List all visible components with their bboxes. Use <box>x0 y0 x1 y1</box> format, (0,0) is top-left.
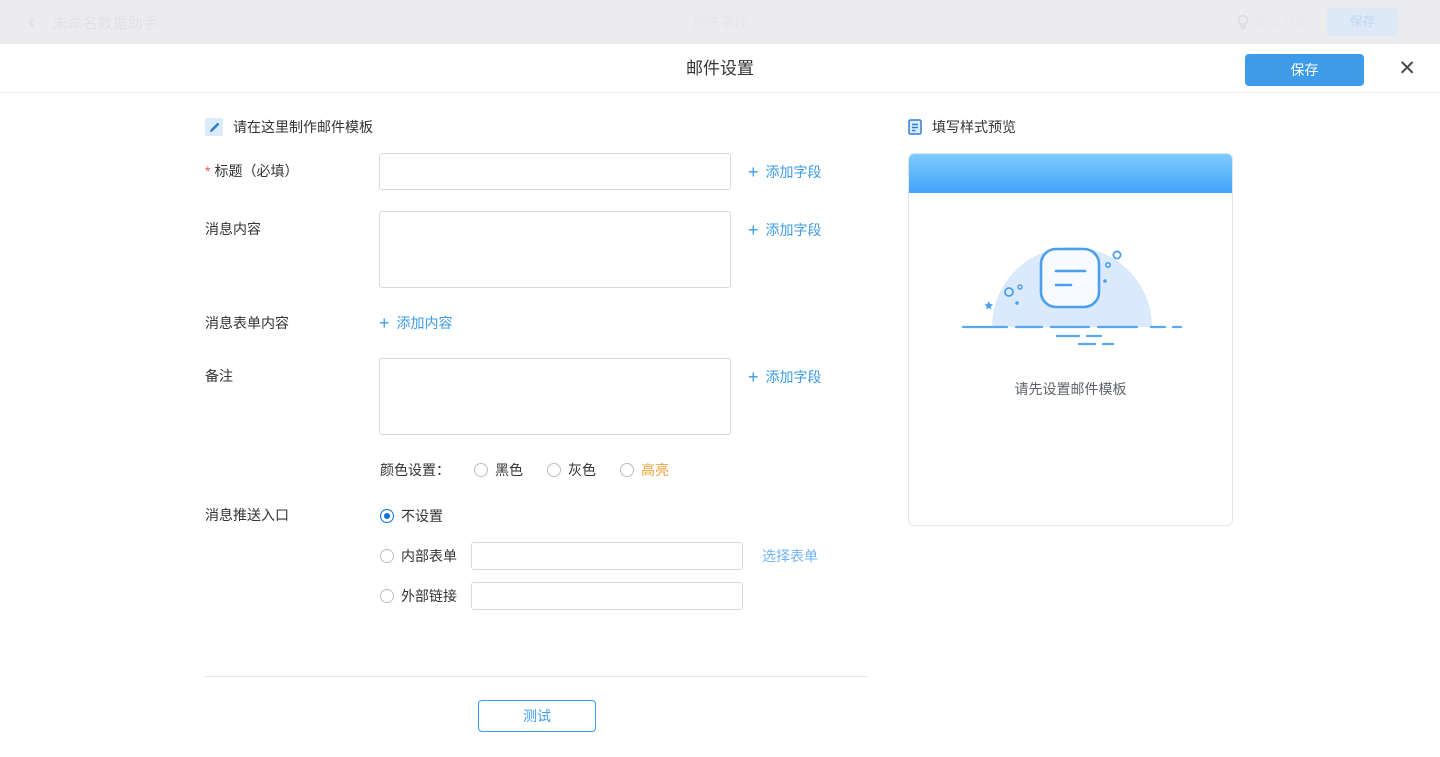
email-settings-modal: 邮件设置 保存 ✕ 请在这里制作邮件模板 *标题（必填） + 添加字段 消息内容… <box>0 44 1440 757</box>
color-option-highlight[interactable]: 高亮 <box>620 460 669 480</box>
add-content-link[interactable]: + 添加内容 <box>379 312 453 334</box>
color-option-gray[interactable]: 灰色 <box>547 460 596 480</box>
external-link-input[interactable] <box>471 582 743 610</box>
content-field-label: 消息内容 <box>205 211 261 248</box>
bulb-icon <box>1236 14 1250 30</box>
remark-field-label: 备注 <box>205 358 233 395</box>
radio-icon[interactable] <box>547 463 561 477</box>
content-textarea[interactable] <box>379 211 731 288</box>
plus-icon: + <box>748 221 759 239</box>
push-option-external-link-row: 外部链接 <box>380 582 743 610</box>
radio-icon[interactable] <box>620 463 634 477</box>
content-add-field-link[interactable]: + 添加字段 <box>748 211 822 248</box>
remark-textarea[interactable] <box>379 358 731 435</box>
radio-icon[interactable] <box>380 589 394 603</box>
color-setting-row: 颜色设置： 黑色 灰色 高亮 <box>380 460 669 480</box>
preview-section-header: 填写样式预览 <box>908 117 1016 137</box>
modal-title: 邮件设置 <box>0 44 1440 93</box>
template-section-header: 请在这里制作邮件模板 <box>205 117 373 137</box>
plus-icon: + <box>748 368 759 386</box>
radio-icon[interactable] <box>474 463 488 477</box>
push-option-internal-form[interactable]: 内部表单 <box>380 546 457 566</box>
test-button[interactable]: 测试 <box>478 700 596 732</box>
title-input[interactable] <box>379 153 731 190</box>
preview-card-body: 请先设置邮件模板 <box>909 193 1232 526</box>
plus-icon: + <box>379 314 390 332</box>
remark-add-field-link[interactable]: + 添加字段 <box>748 358 822 395</box>
modal-header: 邮件设置 保存 ✕ <box>0 44 1440 93</box>
select-form-link[interactable]: 选择表单 <box>762 546 818 566</box>
color-setting-label: 颜色设置： <box>380 460 450 480</box>
radio-icon[interactable] <box>380 549 394 563</box>
divider <box>205 676 868 677</box>
empty-state-illustration <box>959 235 1183 353</box>
save-button[interactable]: 保存 <box>1245 54 1364 86</box>
topbar-save-button: 保存 <box>1327 8 1398 36</box>
plus-icon: + <box>748 163 759 181</box>
push-option-internal-form-row: 内部表单 选择表单 <box>380 542 818 570</box>
required-mark: * <box>205 163 210 179</box>
color-option-black[interactable]: 黑色 <box>474 460 523 480</box>
form-content-label: 消息表单内容 <box>205 312 289 334</box>
pencil-icon <box>205 118 223 136</box>
document-icon <box>908 119 923 135</box>
guide-link: 新手引导 <box>1236 13 1307 32</box>
radio-selected-icon[interactable] <box>380 509 394 523</box>
title-field-label: *标题（必填） <box>205 153 298 190</box>
topbar-center-title: 控件事件 <box>0 0 1440 44</box>
title-add-field-link[interactable]: + 添加字段 <box>748 153 822 190</box>
preview-empty-text: 请先设置邮件模板 <box>1015 379 1127 399</box>
preview-section-title: 填写样式预览 <box>932 117 1016 137</box>
push-option-none[interactable]: 不设置 <box>380 506 443 526</box>
close-icon[interactable]: ✕ <box>1398 56 1416 82</box>
push-option-external-link[interactable]: 外部链接 <box>380 586 457 606</box>
guide-label: 新手引导 <box>1255 13 1307 32</box>
template-section-title: 请在这里制作邮件模板 <box>233 117 373 137</box>
modal-body: 请在这里制作邮件模板 *标题（必填） + 添加字段 消息内容 + 添加字段 消息… <box>0 93 1440 756</box>
preview-card: 请先设置邮件模板 <box>908 153 1233 526</box>
topbar: ‹ 未命名数据助手 控件事件 新手引导 保存 <box>0 0 1440 44</box>
internal-form-input[interactable] <box>471 542 743 570</box>
preview-card-header <box>909 154 1232 193</box>
push-entry-label: 消息推送入口 <box>205 507 289 523</box>
